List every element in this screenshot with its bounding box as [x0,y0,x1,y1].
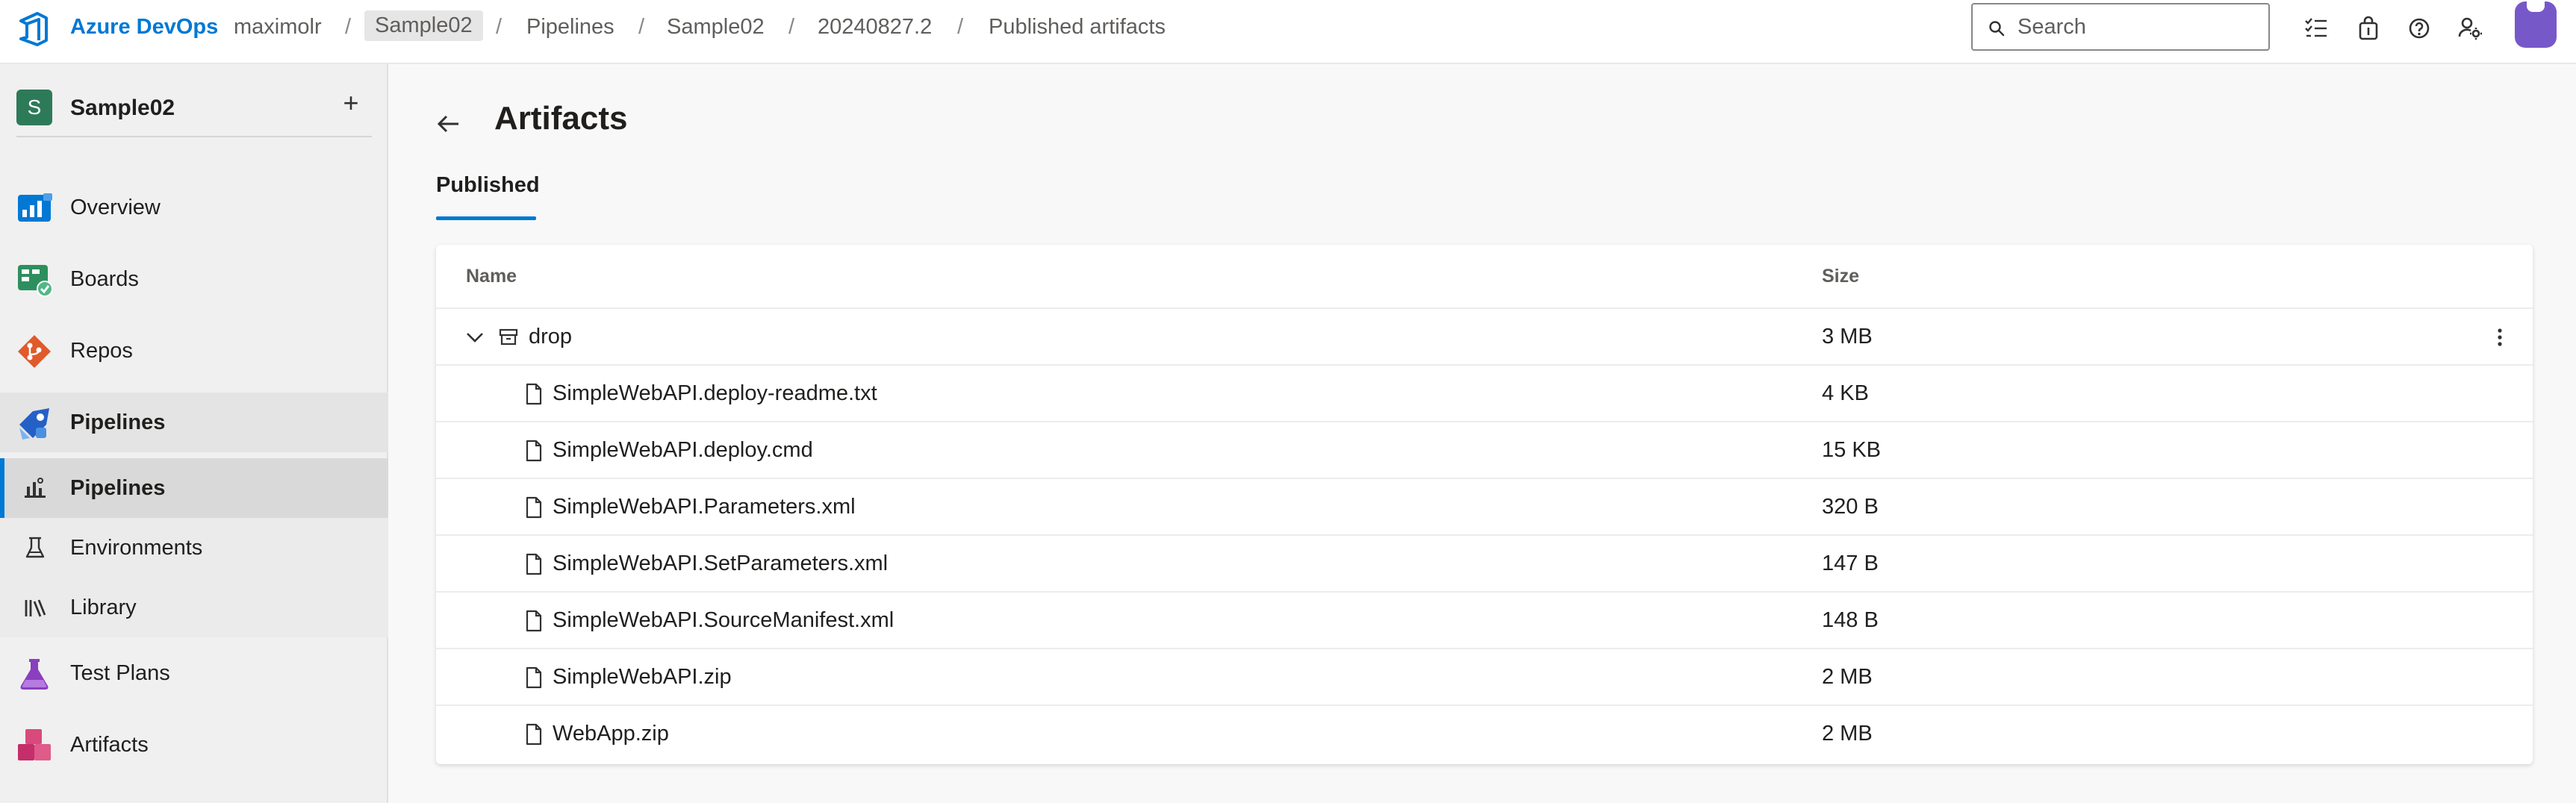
shopping-bag-icon[interactable] [2353,13,2383,43]
sidebar-item-label: Test Plans [70,660,170,685]
sidebar-item-boards[interactable]: Boards [0,249,388,309]
environments-icon [25,537,45,558]
overview-icon [18,193,52,222]
user-settings-icon[interactable] [2455,13,2485,43]
sidebar-subitem-library[interactable]: Library [0,578,388,637]
breadcrumb-separator: / [638,15,645,39]
library-icon [25,599,46,617]
file-icon [526,440,542,462]
sidebar-item-overview[interactable]: Overview [0,178,388,237]
checklist-icon[interactable] [2301,13,2331,43]
breadcrumb-pipelines[interactable]: Pipelines [526,15,615,40]
folder-size: 3 MB [1822,325,1873,349]
divider [16,136,372,137]
file-name[interactable]: SimpleWebAPI.deploy.cmd [553,438,813,463]
file-icon [526,553,542,575]
boards-icon [18,265,52,297]
table-header: Name Size [436,245,2533,309]
file-size: 2 MB [1822,722,1873,746]
breadcrumb-project[interactable]: Sample02 [364,10,483,41]
page-title: Artifacts [494,100,628,137]
main-content: Artifacts Published Name Size drop 3 MB [390,64,2576,803]
project-header[interactable]: S Sample02 + [0,75,388,133]
more-options-icon[interactable] [2486,324,2513,351]
sidebar-item-label: Pipelines [70,475,166,500]
file-icon [526,723,542,746]
file-row[interactable]: SimpleWebAPI.SourceManifest.xml 148 B [436,593,2533,649]
search-box[interactable] [1971,3,2270,51]
file-size: 15 KB [1822,438,1881,462]
file-row[interactable]: SimpleWebAPI.Parameters.xml 320 B [436,479,2533,536]
artifacts-table: Name Size drop 3 MB SimpleWebAPI.deploy-… [436,245,2533,764]
breadcrumb-separator: / [496,15,503,39]
file-icon [526,383,542,405]
breadcrumb-organization[interactable]: maximolr [234,15,322,40]
back-arrow-icon[interactable] [435,110,461,137]
archive-icon [499,328,518,346]
file-icon [526,496,542,519]
top-bar: Azure DevOps maximolr / Sample02 / Pipel… [0,0,2576,64]
breadcrumb-run[interactable]: 20240827.2 [818,15,932,40]
file-row[interactable]: WebApp.zip 2 MB [436,706,2533,763]
file-size: 4 KB [1822,381,1869,405]
search-input[interactable] [2017,10,2256,43]
file-name[interactable]: SimpleWebAPI.Parameters.xml [553,495,856,519]
pipelines-icon [19,408,49,440]
sidebar: S Sample02 + Overview Boards Repos Pipel… [0,64,388,803]
file-size: 320 B [1822,495,1879,519]
file-name[interactable]: SimpleWebAPI.SetParameters.xml [553,552,888,576]
test-plans-icon [20,659,49,690]
sidebar-subitem-environments[interactable]: Environments [0,518,388,578]
sidebar-item-label: Pipelines [70,410,166,434]
file-row[interactable]: SimpleWebAPI.SetParameters.xml 147 B [436,536,2533,593]
breadcrumb-separator: / [345,15,352,39]
brand-link[interactable]: Azure DevOps [70,15,218,40]
sidebar-item-label: Repos [70,338,133,363]
file-name[interactable]: SimpleWebAPI.deploy-readme.txt [553,381,877,406]
breadcrumb-current[interactable]: Published artifacts [989,15,1166,40]
file-size: 148 B [1822,608,1879,632]
sidebar-item-label: Environments [70,535,203,560]
breadcrumb-separator: / [957,15,964,39]
breadcrumb-pipeline[interactable]: Sample02 [667,15,765,40]
sidebar-item-label: Library [70,595,137,619]
file-row[interactable]: SimpleWebAPI.zip 2 MB [436,649,2533,706]
folder-name[interactable]: drop [529,325,572,349]
repos-icon [18,335,51,368]
project-badge: S [16,90,52,125]
file-name[interactable]: SimpleWebAPI.SourceManifest.xml [553,608,894,633]
tab-published[interactable]: Published [436,173,540,198]
sidebar-item-label: Overview [70,195,161,219]
pipeline-rocket-icon [25,478,46,498]
file-name[interactable]: SimpleWebAPI.zip [553,665,732,690]
column-header-size[interactable]: Size [1822,266,1859,287]
sidebar-item-artifacts[interactable]: Artifacts [0,715,388,775]
help-icon[interactable] [2404,13,2434,43]
sidebar-item-pipelines-section[interactable]: Pipelines [0,393,388,452]
file-row[interactable]: SimpleWebAPI.deploy-readme.txt 4 KB [436,366,2533,422]
column-header-name[interactable]: Name [466,266,517,287]
folder-row[interactable]: drop 3 MB [436,309,2533,366]
file-size: 2 MB [1822,665,1873,689]
sidebar-item-test-plans[interactable]: Test Plans [0,643,388,703]
sidebar-item-label: Boards [70,266,139,291]
artifacts-icon [18,729,51,760]
sidebar-item-repos[interactable]: Repos [0,321,388,381]
file-size: 147 B [1822,552,1879,575]
file-row[interactable]: SimpleWebAPI.deploy.cmd 15 KB [436,422,2533,479]
sidebar-subitem-pipelines[interactable]: Pipelines [0,458,388,518]
breadcrumb-separator: / [788,15,795,39]
file-icon [526,610,542,632]
file-name[interactable]: WebApp.zip [553,722,669,746]
sidebar-item-label: Artifacts [70,732,149,757]
add-icon[interactable]: + [336,87,366,118]
file-icon [526,666,542,689]
chevron-down-icon[interactable] [463,325,487,349]
tab-underline [436,216,536,220]
avatar[interactable] [2515,1,2557,48]
project-name[interactable]: Sample02 [70,96,175,121]
search-icon [1989,21,2005,37]
azure-devops-logo-icon[interactable] [16,10,54,48]
